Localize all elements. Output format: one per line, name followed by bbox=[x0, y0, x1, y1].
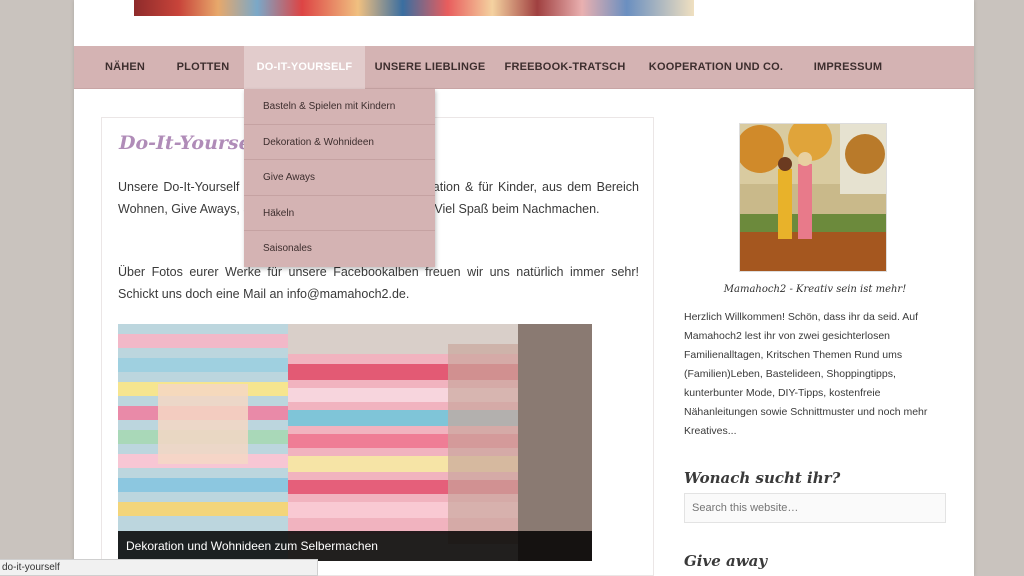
washi-tape-photo bbox=[118, 324, 592, 561]
search-widget-title: Wonach sucht ihr? bbox=[684, 469, 841, 487]
nav-item-do-it-yourself[interactable]: DO-IT-YOURSELF bbox=[244, 46, 365, 89]
contact-paragraph: Über Fotos eurer Werke für unsere Facebo… bbox=[118, 265, 639, 301]
dropdown-item-dekoration[interactable]: Dekoration & Wohnideen bbox=[244, 125, 435, 160]
main-navigation: NÄHEN PLOTTEN DO-IT-YOURSELF UNSERE LIEB… bbox=[74, 46, 974, 89]
nav-item-naehen[interactable]: NÄHEN bbox=[92, 46, 158, 89]
featured-post-image[interactable]: Dekoration und Wohnideen zum Selbermache… bbox=[118, 324, 592, 561]
search-input[interactable] bbox=[684, 493, 946, 523]
browser-status-bar: do-it-yourself bbox=[0, 559, 318, 576]
page-container: NÄHEN PLOTTEN DO-IT-YOURSELF UNSERE LIEB… bbox=[74, 0, 974, 576]
nav-item-plotten[interactable]: PLOTTEN bbox=[168, 46, 238, 89]
profile-caption: Mamahoch2 - Kreativ sein ist mehr! bbox=[723, 284, 907, 295]
dropdown-item-give-aways[interactable]: Give Aways bbox=[244, 160, 435, 196]
welcome-text: Herzlich Willkommen! Schön, dass ihr da … bbox=[684, 311, 928, 437]
profile-photo bbox=[739, 123, 887, 272]
nav-item-kooperation[interactable]: KOOPERATION UND CO. bbox=[641, 46, 791, 89]
dropdown-item-basteln[interactable]: Basteln & Spielen mit Kindern bbox=[244, 89, 435, 125]
autumn-photo bbox=[740, 124, 886, 271]
dropdown-item-haekeln[interactable]: Häkeln bbox=[244, 196, 435, 231]
nav-item-freebook-tratsch[interactable]: FREEBOOK-TRATSCH bbox=[502, 46, 628, 89]
dropdown-item-saisonales[interactable]: Saisonales bbox=[244, 231, 435, 267]
featured-post-caption[interactable]: Dekoration und Wohnideen zum Selbermache… bbox=[118, 531, 592, 561]
nav-item-unsere-lieblinge[interactable]: UNSERE LIEBLINGE bbox=[370, 46, 490, 89]
nav-item-impressum[interactable]: IMPRESSUM bbox=[798, 46, 898, 89]
giveaway-widget-title: Give away bbox=[684, 552, 768, 570]
diy-dropdown-menu: Basteln & Spielen mit Kindern Dekoration… bbox=[244, 89, 435, 267]
header-banner-image bbox=[134, 0, 694, 16]
